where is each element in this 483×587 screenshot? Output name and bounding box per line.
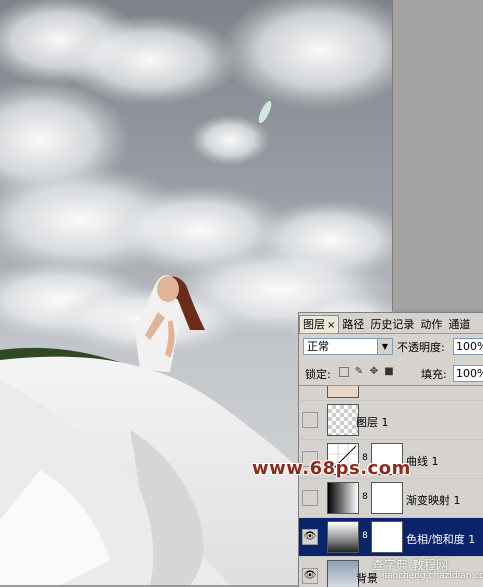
watermark-chazidian-url: jiaocheng.chazidian.com [382, 571, 483, 581]
eye-icon[interactable]: 👁 [302, 529, 318, 545]
link-icon[interactable]: 8 [361, 492, 369, 502]
lock-transparency-icon[interactable] [339, 367, 349, 377]
layer-row-partial[interactable] [299, 386, 483, 401]
panel-tabs: 图层 × 路径 历史记录 动作 通道 [299, 313, 483, 334]
visibility-toggle[interactable] [302, 412, 318, 428]
fill-label: 填充: [421, 368, 447, 381]
checker-thumb-icon [327, 404, 359, 436]
link-icon[interactable]: 8 [361, 531, 369, 541]
layer-name: 色相/饱和度 1 [406, 533, 476, 546]
lock-brush-icon[interactable]: ✎ [354, 367, 364, 377]
layer-name: 渐变映射 1 [406, 494, 461, 507]
lock-move-icon[interactable]: ✥ [369, 367, 379, 377]
blend-row: 正常 ▼ 不透明度: 100% [299, 337, 483, 357]
fill-field[interactable]: 100% [453, 365, 483, 382]
tab-actions[interactable]: 动作 [417, 316, 445, 333]
gradient-map-thumb-icon [327, 482, 359, 514]
layers-panel: 图层× 路径 历史记录 动作 通道 正常 ▼ 不透明度: 100% 锁定: ✎ … [298, 312, 483, 587]
tab-paths[interactable]: 路径 [339, 316, 367, 333]
tab-channels[interactable]: 通道 [445, 316, 473, 333]
layer-row-gradient-map[interactable]: 8 渐变映射 1 [299, 479, 483, 518]
blend-mode-select[interactable]: 正常 ▼ [303, 338, 393, 355]
layer-name: 图层 1 [356, 416, 389, 429]
blend-mode-value: 正常 [307, 340, 329, 353]
lock-label: 锁定: [305, 368, 331, 381]
lock-row: 锁定: ✎ ✥ ■ 填充: 100% [299, 363, 483, 383]
opacity-field[interactable]: 100% [453, 338, 483, 355]
chevron-down-icon[interactable]: ▼ [377, 339, 392, 354]
visibility-toggle[interactable] [302, 490, 318, 506]
layer-row-layer1[interactable]: 图层 1 [299, 401, 483, 440]
layer-thumbnail [327, 386, 359, 398]
mask-thumb [371, 482, 403, 514]
eye-icon[interactable]: 👁 [302, 568, 318, 584]
watermark-68ps: www.68ps.com [252, 458, 411, 479]
canvas-pasteboard [392, 0, 483, 310]
layer-row-hue-saturation[interactable]: 👁 8 色相/饱和度 1 [299, 518, 483, 557]
lock-all-icon[interactable]: ■ [384, 367, 394, 377]
hue-saturation-thumb-icon [327, 521, 359, 553]
mask-thumb [371, 521, 403, 553]
tab-layers[interactable]: 图层 × [299, 315, 340, 333]
tab-history[interactable]: 历史记录 [367, 316, 417, 333]
tab-layers-label: 图层 [303, 318, 325, 331]
opacity-label: 不透明度: [397, 341, 445, 354]
close-icon[interactable]: × [327, 320, 335, 331]
background-thumb-icon [327, 560, 359, 587]
